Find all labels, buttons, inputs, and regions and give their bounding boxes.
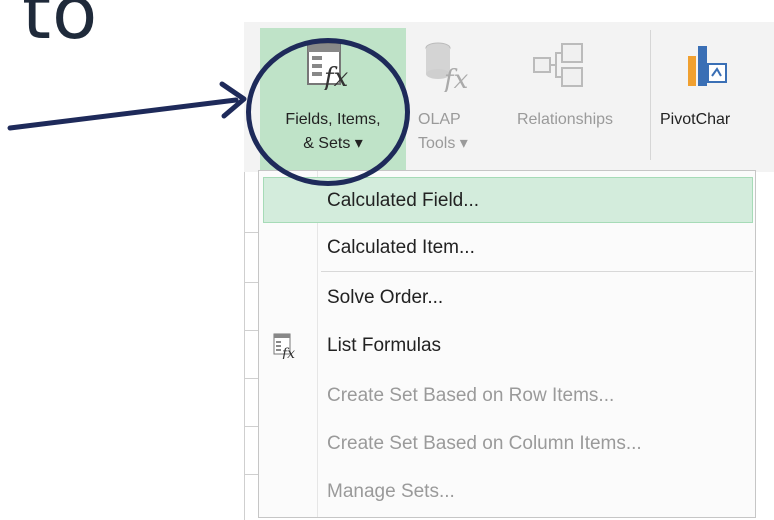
olap-label: OLAP bbox=[418, 111, 461, 128]
worksheet-row-line bbox=[244, 426, 258, 427]
menu-item-manage-sets[interactable]: Manage Sets... bbox=[259, 469, 755, 515]
pivotchart-icon bbox=[688, 46, 727, 86]
menu-item-calculated-item[interactable]: Calculated Item... bbox=[259, 225, 755, 271]
worksheet-row-line bbox=[244, 378, 258, 379]
menu-item-label: Manage Sets... bbox=[327, 481, 455, 502]
menu-item-label: Calculated Field... bbox=[327, 190, 480, 211]
menu-item-label: List Formulas bbox=[327, 335, 442, 356]
slide-title-fragment: to bbox=[22, 0, 99, 56]
olap-tools-label: Tools ▾ bbox=[418, 135, 468, 152]
svg-text:fx: fx bbox=[442, 65, 469, 92]
fields-items-sets-menu: Calculated Field... Calculated Item... S… bbox=[258, 170, 756, 518]
menu-item-create-set-row-items[interactable]: Create Set Based on Row Items... bbox=[259, 373, 755, 419]
menu-separator bbox=[321, 271, 753, 272]
list-formulas-icon: fx bbox=[273, 333, 295, 359]
olap-cube-fx-icon: fx bbox=[425, 42, 469, 92]
svg-text:fx: fx bbox=[281, 346, 295, 359]
pivotchart-label: PivotChar bbox=[660, 111, 731, 128]
menu-item-list-formulas[interactable]: fx List Formulas bbox=[259, 323, 755, 369]
relationships-label: Relationships bbox=[516, 111, 614, 128]
relationships-icon bbox=[533, 43, 583, 87]
menu-item-solve-order[interactable]: Solve Order... bbox=[259, 275, 755, 321]
worksheet-row-line bbox=[244, 474, 258, 475]
menu-item-label: Calculated Item... bbox=[327, 237, 475, 258]
worksheet-grid-line bbox=[244, 172, 245, 520]
worksheet-row-line bbox=[244, 232, 258, 233]
ribbon-separator bbox=[650, 30, 651, 160]
menu-item-label: Create Set Based on Column Items... bbox=[327, 433, 642, 454]
annotation-circle bbox=[246, 38, 410, 186]
menu-item-label: Create Set Based on Row Items... bbox=[327, 385, 615, 406]
worksheet-row-line bbox=[244, 330, 258, 331]
menu-item-create-set-column-items[interactable]: Create Set Based on Column Items... bbox=[259, 421, 755, 467]
worksheet-row-line bbox=[244, 282, 258, 283]
menu-item-label: Solve Order... bbox=[327, 287, 444, 308]
